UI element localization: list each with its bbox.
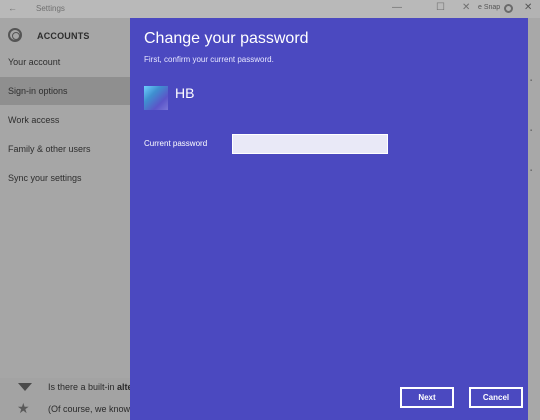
user-avatar (144, 86, 168, 110)
sidebar: ACCOUNTS Your account Sign-in options Wo… (0, 18, 130, 378)
background-right-strip: ▪ ▪ ▪ (528, 18, 540, 420)
cancel-button[interactable]: Cancel (469, 387, 523, 408)
window-title: Settings (36, 4, 65, 13)
dialog-subtitle: First, confirm your current password. (144, 55, 274, 64)
next-button[interactable]: Next (400, 387, 454, 408)
dialog-title: Change your password (144, 30, 309, 47)
sidebar-item-sync-settings[interactable]: Sync your settings (0, 164, 130, 192)
sidebar-item-family-other-users[interactable]: Family & other users (0, 135, 130, 163)
title-bar: ← Settings — ☐ ✕ e Snapp (0, 0, 540, 18)
sidebar-item-sign-in-options[interactable]: Sign-in options (0, 77, 130, 105)
snippet-line-1: Is there a built-in alte (48, 382, 133, 392)
current-password-input[interactable] (232, 134, 388, 154)
maximize-icon[interactable]: ☐ (436, 2, 445, 13)
change-password-dialog: Change your password First, confirm your… (130, 18, 528, 420)
current-password-label: Current password (144, 139, 208, 148)
snippet-line-2: (Of course, we know (48, 404, 131, 414)
sidebar-item-work-access[interactable]: Work access (0, 106, 130, 134)
scroll-marker: ▪ (530, 78, 533, 84)
google-icon (504, 4, 513, 13)
user-name: HB (175, 85, 195, 101)
sidebar-item-your-account[interactable]: Your account (0, 48, 130, 76)
gear-icon (8, 28, 22, 42)
sidebar-header: ACCOUNTS (0, 22, 130, 50)
close-window-icon[interactable]: ✕ (462, 2, 470, 13)
browser-chrome: ✕ (500, 0, 540, 18)
minimize-icon[interactable]: — (392, 2, 402, 13)
star-icon[interactable]: ★ (17, 400, 30, 417)
scroll-marker: ▪ (530, 128, 533, 134)
scroll-marker: ▪ (530, 168, 533, 174)
browser-close-icon[interactable]: ✕ (524, 2, 532, 13)
back-arrow-icon[interactable]: ← (8, 3, 17, 13)
downvote-arrow-icon[interactable] (18, 383, 32, 391)
sidebar-header-label: ACCOUNTS (37, 31, 90, 41)
background-page-snippet: Is there a built-in alte ★ (Of course, w… (0, 378, 133, 420)
